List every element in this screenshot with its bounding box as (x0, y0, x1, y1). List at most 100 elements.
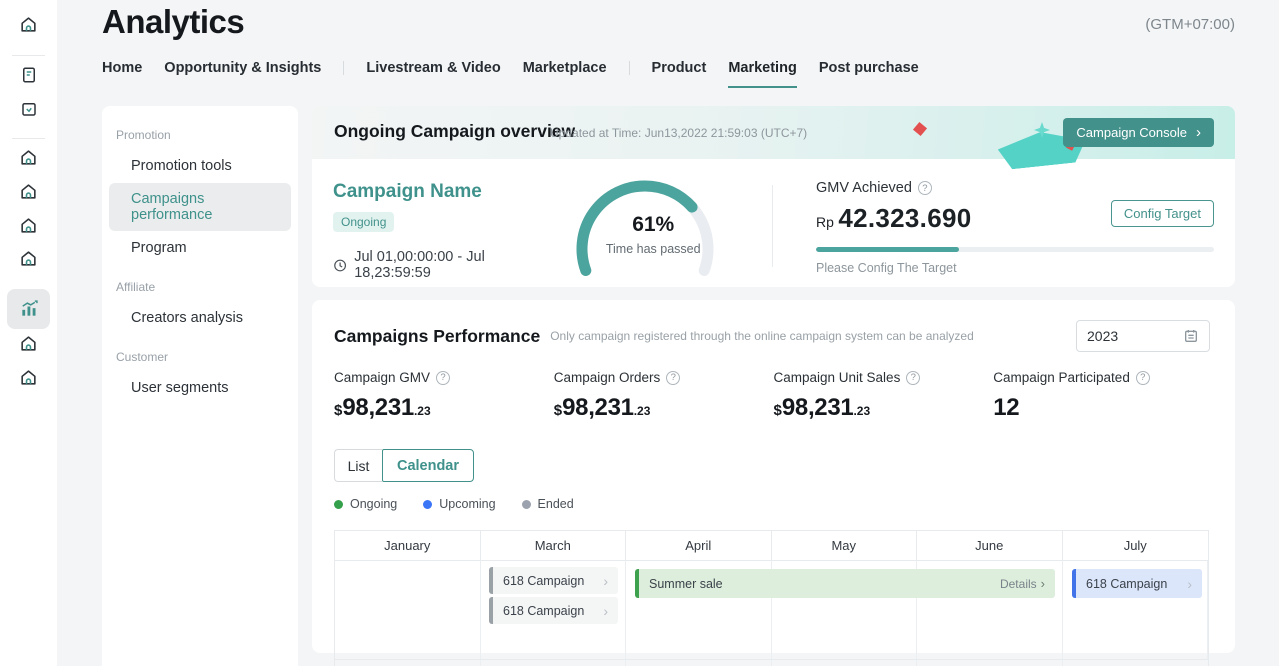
metric-campaign-orders: Campaign Orders? $98,231.23 (554, 370, 774, 422)
tab-home[interactable]: Home (102, 60, 142, 88)
overview-header: Ongoing Campaign overview Updated at Tim… (312, 106, 1235, 159)
event-bar-618-campaign-2[interactable]: 618 Campaign › (489, 597, 618, 624)
home-icon[interactable] (0, 15, 57, 34)
gmv-achieved-label: GMV Achieved (816, 180, 912, 196)
campaign-date-range: Jul 01,00:00:00 - Jul 18,23:59:59 (333, 249, 554, 281)
month-header-may: May (772, 531, 918, 560)
campaign-name-link[interactable]: Campaign Name (333, 181, 554, 203)
help-icon[interactable]: ? (436, 371, 450, 385)
menu-item-campaigns-performance[interactable]: Campaigns performance (109, 183, 291, 231)
tab-product[interactable]: Product (652, 60, 707, 88)
event-bar-618-campaign-july[interactable]: 618 Campaign › (1072, 569, 1202, 598)
performance-title: Campaigns Performance (334, 326, 540, 347)
metrics-row: Campaign GMV? $98,231.23 Campaign Orders… (334, 370, 1213, 422)
gmv-progress-bar (816, 247, 1214, 252)
chevron-right-icon: › (1041, 576, 1045, 591)
gauge-label: Time has passed (560, 242, 746, 256)
config-target-note: Please Config The Target (816, 261, 1214, 275)
gmv-achieved-block: GMV Achieved ? Config Target Rp 42.323.6… (773, 173, 1214, 284)
analytics-nav-active[interactable] (7, 289, 50, 329)
month-header-march: March (481, 531, 627, 560)
help-icon[interactable]: ? (1136, 371, 1150, 385)
view-toggle: List Calendar (334, 449, 1213, 482)
chevron-right-icon: › (603, 573, 608, 589)
submenu-panel: Promotion Promotion tools Campaigns perf… (102, 106, 298, 666)
ongoing-campaign-card: Ongoing Campaign overview Updated at Tim… (312, 106, 1235, 287)
clock-icon (333, 258, 347, 273)
metric-campaign-participated: Campaign Participated? 12 (993, 370, 1213, 422)
timezone-label: (GTM+07:00) (1145, 16, 1235, 33)
chevron-right-icon: › (1187, 576, 1192, 592)
nav-house-icon-4[interactable] (0, 249, 57, 268)
menu-item-promotion-tools[interactable]: Promotion tools (102, 150, 298, 182)
time-passed-gauge: 61% Time has passed (560, 173, 746, 284)
legend-upcoming: Upcoming (423, 497, 495, 511)
details-link[interactable]: Details › (1000, 576, 1045, 591)
legend-ended: Ended (522, 497, 574, 511)
list-view-button[interactable]: List (334, 449, 382, 482)
calendar-view-button[interactable]: Calendar (382, 449, 474, 482)
overview-title: Ongoing Campaign overview (334, 121, 575, 142)
metric-campaign-unit-sales: Campaign Unit Sales? $98,231.23 (774, 370, 994, 422)
menu-item-creators-analysis[interactable]: Creators analysis (102, 302, 298, 334)
year-picker[interactable]: 2023 (1076, 320, 1210, 352)
nav-house-icon-3[interactable] (0, 216, 57, 235)
tab-post-purchase[interactable]: Post purchase (819, 60, 919, 88)
config-target-button[interactable]: Config Target (1111, 200, 1214, 227)
calendar-check-icon[interactable] (0, 100, 57, 118)
main-area: Analytics (GTM+07:00) Home Opportunity &… (57, 0, 1279, 666)
menu-item-program[interactable]: Program (102, 232, 298, 264)
chevron-right-icon: › (603, 603, 608, 619)
month-header-april: April (626, 531, 772, 560)
tab-divider (343, 61, 344, 75)
status-badge: Ongoing (333, 212, 394, 232)
nav-house-icon-5[interactable] (0, 334, 57, 353)
icon-rail (0, 0, 57, 666)
section-label-customer: Customer (102, 342, 298, 372)
rail-divider (12, 138, 45, 139)
page-title: Analytics (102, 3, 244, 41)
overview-body: Campaign Name Ongoing Jul 01,00:00:00 - … (312, 159, 1235, 284)
gmv-progress-fill (816, 247, 959, 252)
nav-house-icon-2[interactable] (0, 182, 57, 201)
rail-divider (12, 55, 45, 56)
currency-label: Rp (816, 214, 834, 230)
month-header-january: January (335, 531, 481, 560)
campaign-calendar: January March April May June July 618 Ca… (334, 530, 1209, 666)
help-icon[interactable]: ? (918, 181, 932, 195)
campaign-console-button[interactable]: Campaign Console › (1063, 118, 1214, 147)
month-header-june: June (917, 531, 1063, 560)
event-bar-618-campaign-1[interactable]: 618 Campaign › (489, 567, 618, 594)
green-dot-icon (334, 500, 343, 509)
campaigns-performance-card: Campaigns Performance Only campaign regi… (312, 300, 1235, 653)
status-legend: Ongoing Upcoming Ended (334, 497, 1213, 511)
tab-marketplace[interactable]: Marketplace (523, 60, 607, 88)
section-label-affiliate: Affiliate (102, 272, 298, 302)
bar-chart-icon (19, 299, 39, 319)
tab-divider (629, 61, 630, 75)
performance-subtitle: Only campaign registered through the onl… (550, 329, 974, 343)
calendar-icon (1183, 328, 1199, 344)
page: Analytics (GTM+07:00) Home Opportunity &… (0, 0, 1279, 666)
blue-dot-icon (423, 500, 432, 509)
help-icon[interactable]: ? (906, 371, 920, 385)
document-icon[interactable] (0, 66, 57, 84)
tab-opportunity-insights[interactable]: Opportunity & Insights (164, 60, 321, 88)
section-label-promotion: Promotion (102, 120, 298, 150)
tab-marketing[interactable]: Marketing (728, 60, 797, 88)
menu-item-user-segments[interactable]: User segments (102, 372, 298, 404)
legend-ongoing: Ongoing (334, 497, 397, 511)
top-tabs: Home Opportunity & Insights Livestream &… (102, 60, 941, 88)
confetti-diamond-icon (913, 122, 927, 136)
month-header-july: July (1063, 531, 1209, 560)
help-icon[interactable]: ? (666, 371, 680, 385)
gauge-percent: 61% (560, 213, 746, 237)
chevron-right-icon: › (1196, 125, 1201, 140)
nav-house-icon-1[interactable] (0, 148, 57, 167)
metric-campaign-gmv: Campaign GMV? $98,231.23 (334, 370, 554, 422)
event-bar-summer-sale[interactable]: Summer sale Details › (635, 569, 1055, 598)
updated-timestamp: Updated at Time: Jun13,2022 21:59:03 (UT… (550, 126, 807, 140)
gray-dot-icon (522, 500, 531, 509)
tab-livestream-video[interactable]: Livestream & Video (366, 60, 500, 88)
nav-house-icon-6[interactable] (0, 368, 57, 387)
